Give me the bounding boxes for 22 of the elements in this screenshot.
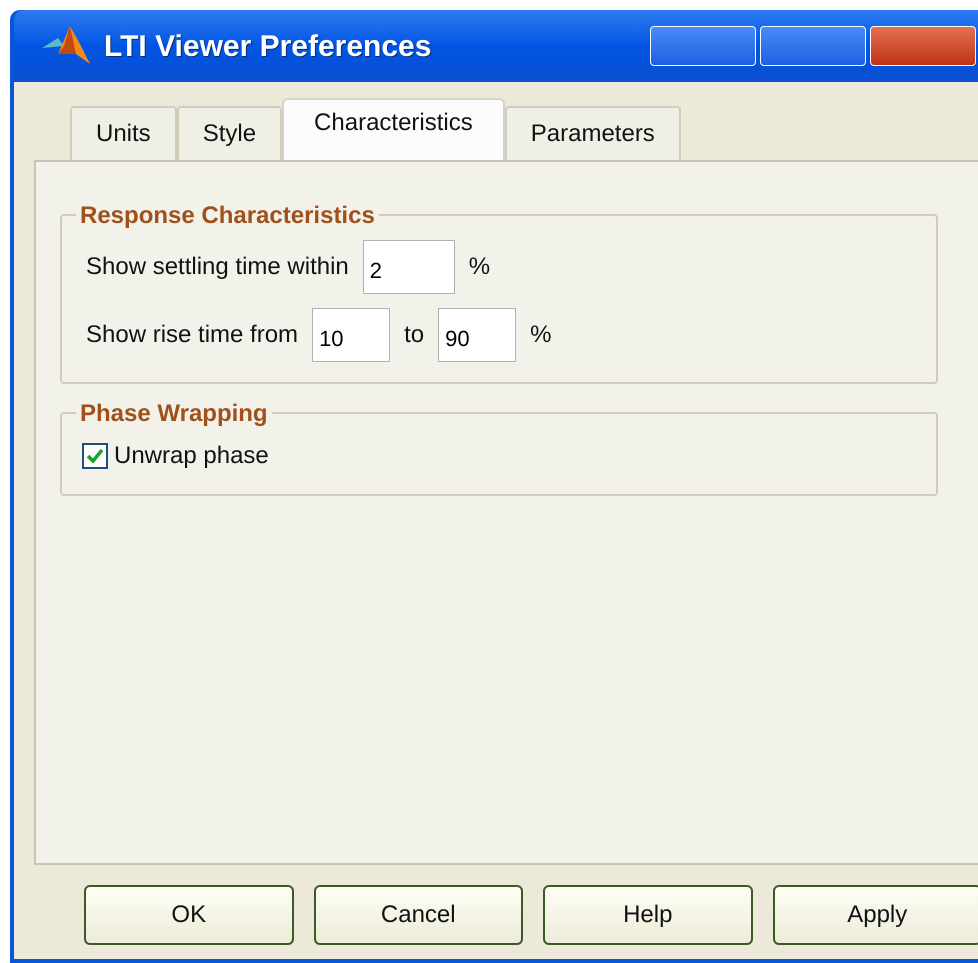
- field-label: to: [403, 320, 426, 350]
- tab[interactable]: Parameters: [504, 106, 681, 160]
- tab[interactable]: Units: [70, 106, 177, 160]
- input-field[interactable]: 90: [438, 308, 516, 362]
- dialog-button[interactable]: Help: [543, 885, 752, 945]
- dialog-button[interactable]: Cancel: [314, 885, 523, 945]
- close-button[interactable]: [870, 26, 976, 66]
- input-field[interactable]: 10: [312, 308, 390, 362]
- input-field[interactable]: 2: [362, 240, 455, 294]
- maximize-button[interactable]: [760, 26, 866, 66]
- field-label: Show rise time from: [85, 320, 300, 350]
- field-label: %: [468, 252, 492, 282]
- minimize-button[interactable]: [650, 26, 756, 66]
- tab[interactable]: Characteristics: [282, 98, 505, 160]
- field-label: %: [529, 320, 552, 350]
- tab[interactable]: Style: [176, 106, 282, 160]
- field-label: Show settling time within: [85, 252, 350, 282]
- window-title: LTI Viewer Preferences: [104, 28, 432, 64]
- dialog-button[interactable]: Apply: [772, 885, 978, 945]
- dialog-button[interactable]: OK: [84, 885, 294, 945]
- checkbox[interactable]: [82, 443, 108, 469]
- unwrap-phase-checkbox[interactable]: Unwrap phase: [82, 438, 916, 474]
